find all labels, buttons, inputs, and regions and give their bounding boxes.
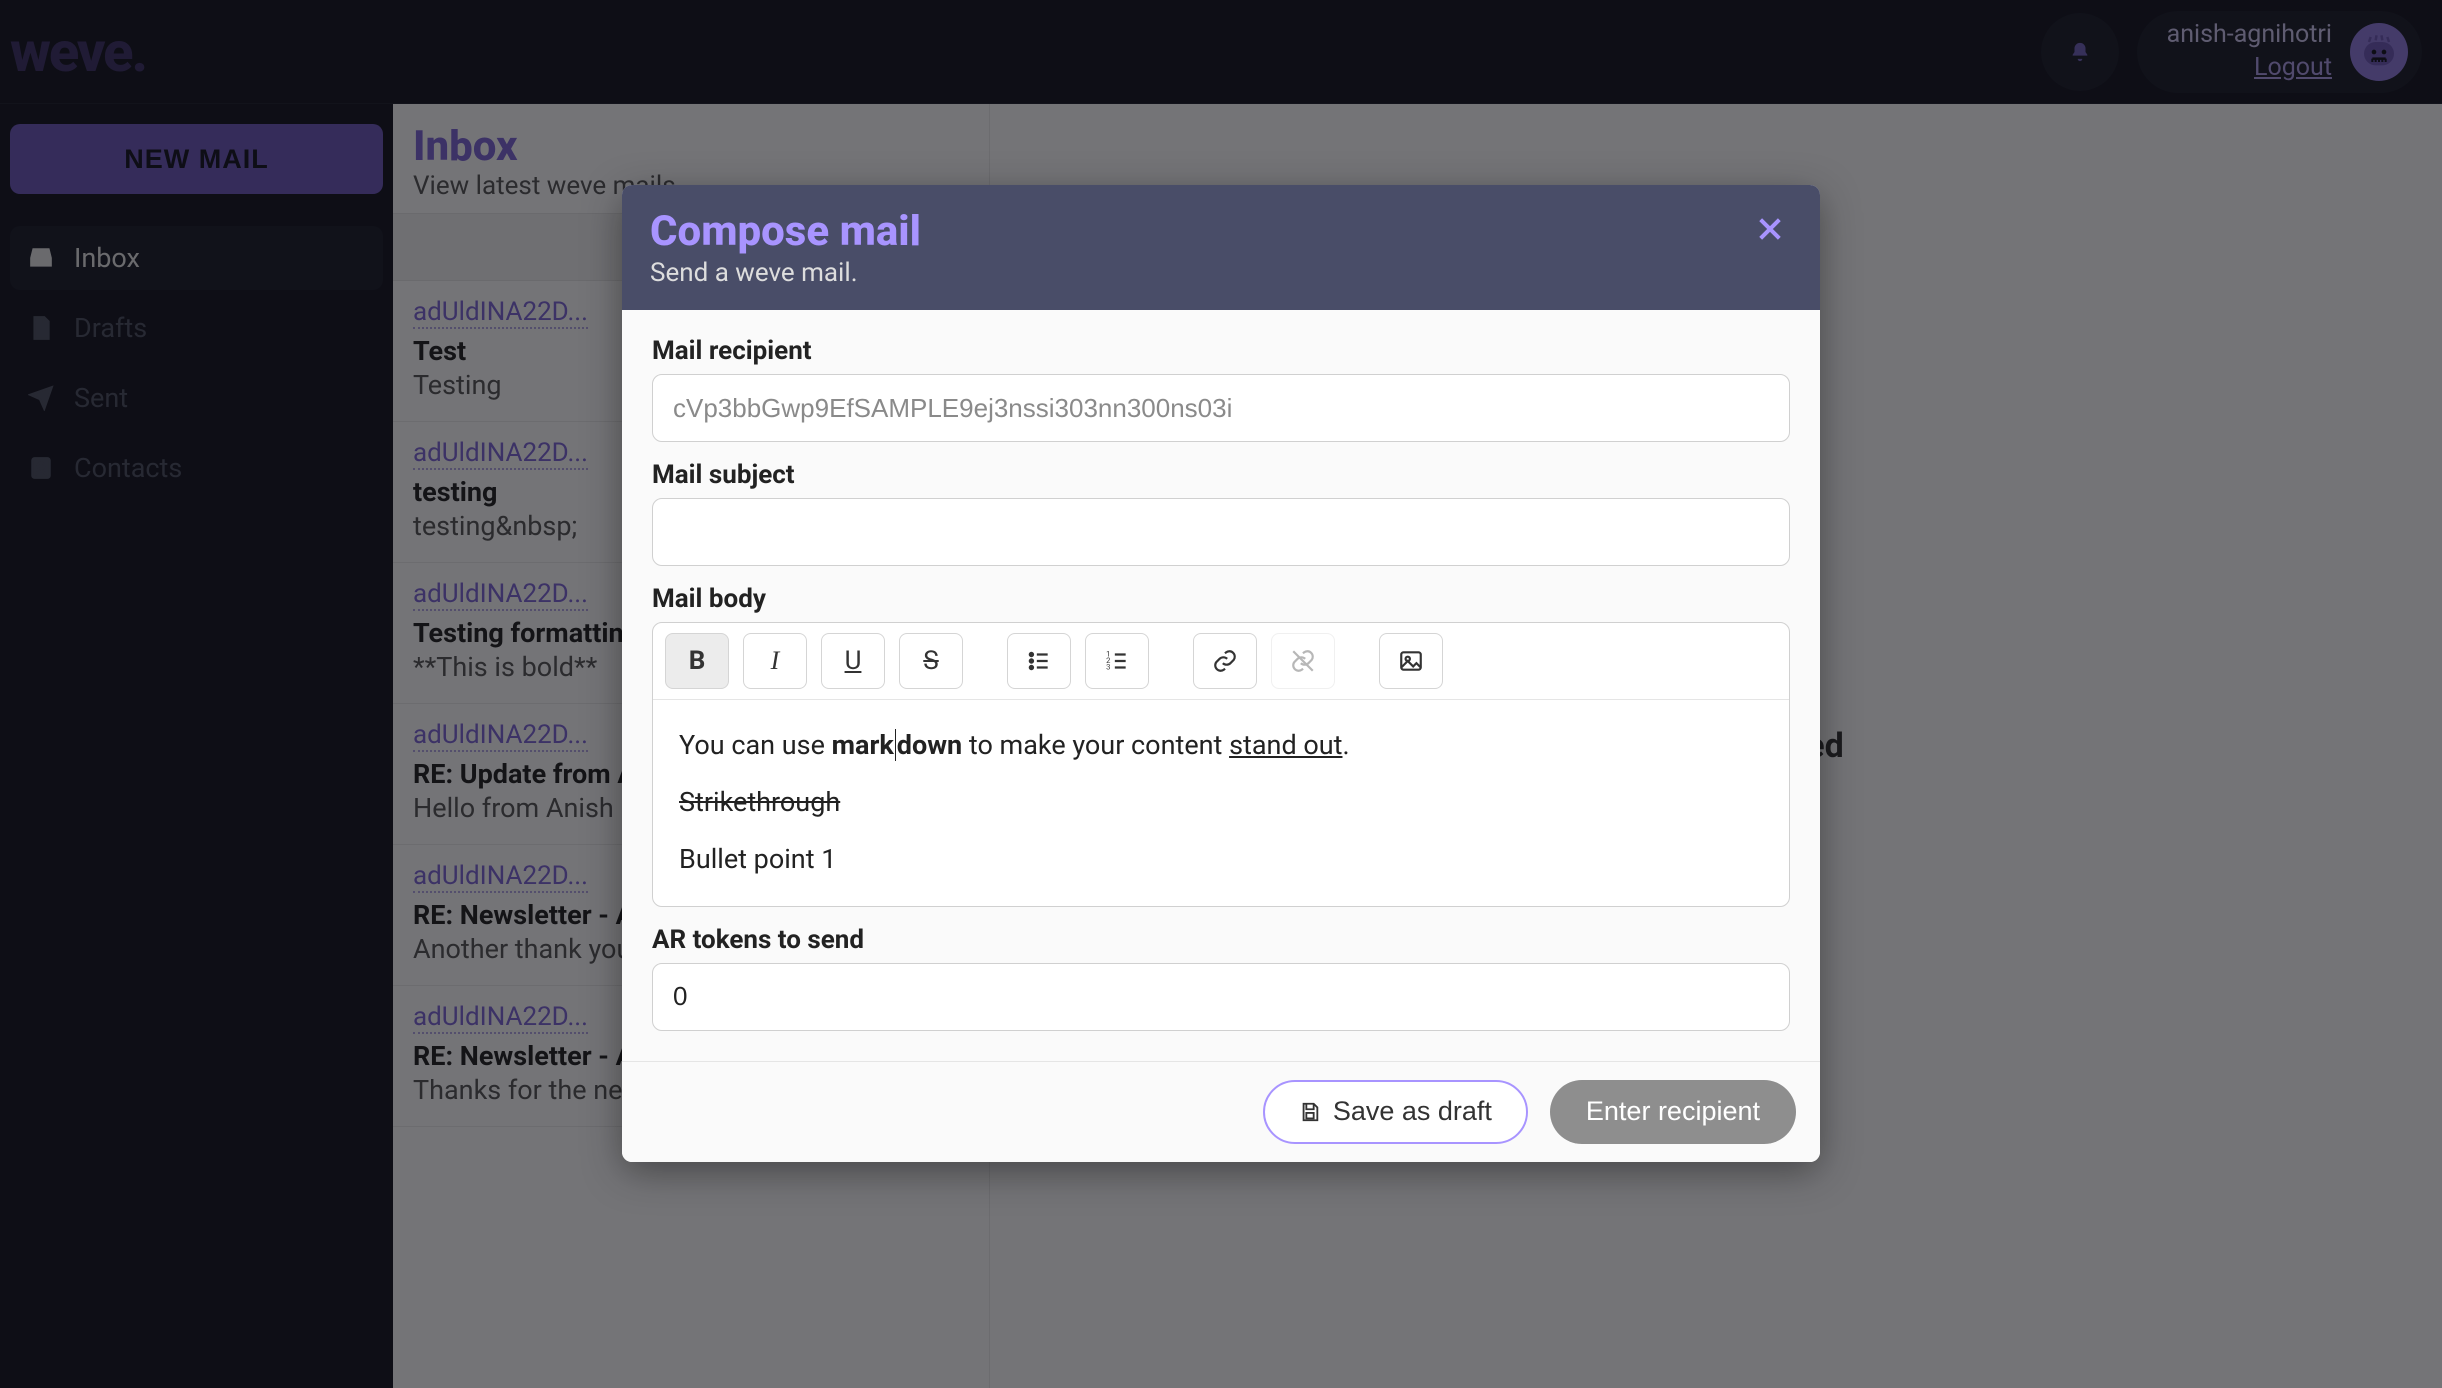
field-tokens: AR tokens to send bbox=[652, 925, 1790, 1031]
body-text: Strikethrough bbox=[679, 786, 840, 818]
strike-button[interactable]: S bbox=[899, 633, 963, 689]
field-subject: Mail subject bbox=[652, 460, 1790, 566]
body-text: Bullet point 1 bbox=[679, 843, 836, 875]
body-text: . bbox=[1342, 729, 1349, 761]
modal-footer: Save as draft Enter recipient bbox=[622, 1061, 1820, 1162]
modal-overlay[interactable]: Compose mail Send a weve mail. Mail reci… bbox=[0, 0, 2442, 1388]
body-text: mark bbox=[832, 729, 894, 761]
subject-input[interactable] bbox=[652, 498, 1790, 566]
recipient-label: Mail recipient bbox=[652, 336, 1790, 366]
bullet-list-icon bbox=[1026, 648, 1052, 674]
save-draft-button[interactable]: Save as draft bbox=[1263, 1080, 1528, 1144]
tokens-input[interactable] bbox=[652, 963, 1790, 1031]
save-icon bbox=[1299, 1101, 1321, 1123]
subject-label: Mail subject bbox=[652, 460, 1790, 490]
ordered-list-icon: 123 bbox=[1104, 648, 1130, 674]
text-caret bbox=[895, 729, 896, 761]
body-text: You can use bbox=[679, 729, 832, 761]
save-draft-label: Save as draft bbox=[1333, 1096, 1492, 1127]
underline-button[interactable]: U bbox=[821, 633, 885, 689]
editor-content[interactable]: You can use markdown to make your conten… bbox=[653, 700, 1789, 906]
modal-title: Compose mail bbox=[650, 207, 921, 256]
unlink-button bbox=[1271, 633, 1335, 689]
rich-text-editor: B I U S 123 bbox=[652, 622, 1790, 907]
close-icon bbox=[1754, 213, 1786, 245]
body-label: Mail body bbox=[652, 584, 1790, 614]
modal-header: Compose mail Send a weve mail. bbox=[622, 185, 1820, 310]
modal-close-button[interactable] bbox=[1748, 207, 1792, 251]
field-recipient: Mail recipient bbox=[652, 336, 1790, 442]
svg-text:3: 3 bbox=[1106, 663, 1110, 672]
link-button[interactable] bbox=[1193, 633, 1257, 689]
field-body: Mail body B I U S 123 bbox=[652, 584, 1790, 907]
tokens-label: AR tokens to send bbox=[652, 925, 1790, 955]
recipient-input[interactable] bbox=[652, 374, 1790, 442]
submit-label: Enter recipient bbox=[1586, 1096, 1760, 1127]
modal-subtitle: Send a weve mail. bbox=[650, 258, 921, 288]
bullet-list-button[interactable] bbox=[1007, 633, 1071, 689]
image-button[interactable] bbox=[1379, 633, 1443, 689]
compose-modal: Compose mail Send a weve mail. Mail reci… bbox=[622, 185, 1820, 1162]
image-icon bbox=[1398, 648, 1424, 674]
bold-button[interactable]: B bbox=[665, 633, 729, 689]
submit-button[interactable]: Enter recipient bbox=[1550, 1080, 1796, 1144]
unlink-icon bbox=[1290, 648, 1316, 674]
body-text: stand out bbox=[1229, 729, 1342, 761]
body-text: to make your content bbox=[962, 729, 1229, 761]
ordered-list-button[interactable]: 123 bbox=[1085, 633, 1149, 689]
link-icon bbox=[1212, 648, 1238, 674]
italic-button[interactable]: I bbox=[743, 633, 807, 689]
editor-toolbar: B I U S 123 bbox=[653, 623, 1789, 700]
body-text: down bbox=[897, 729, 962, 761]
